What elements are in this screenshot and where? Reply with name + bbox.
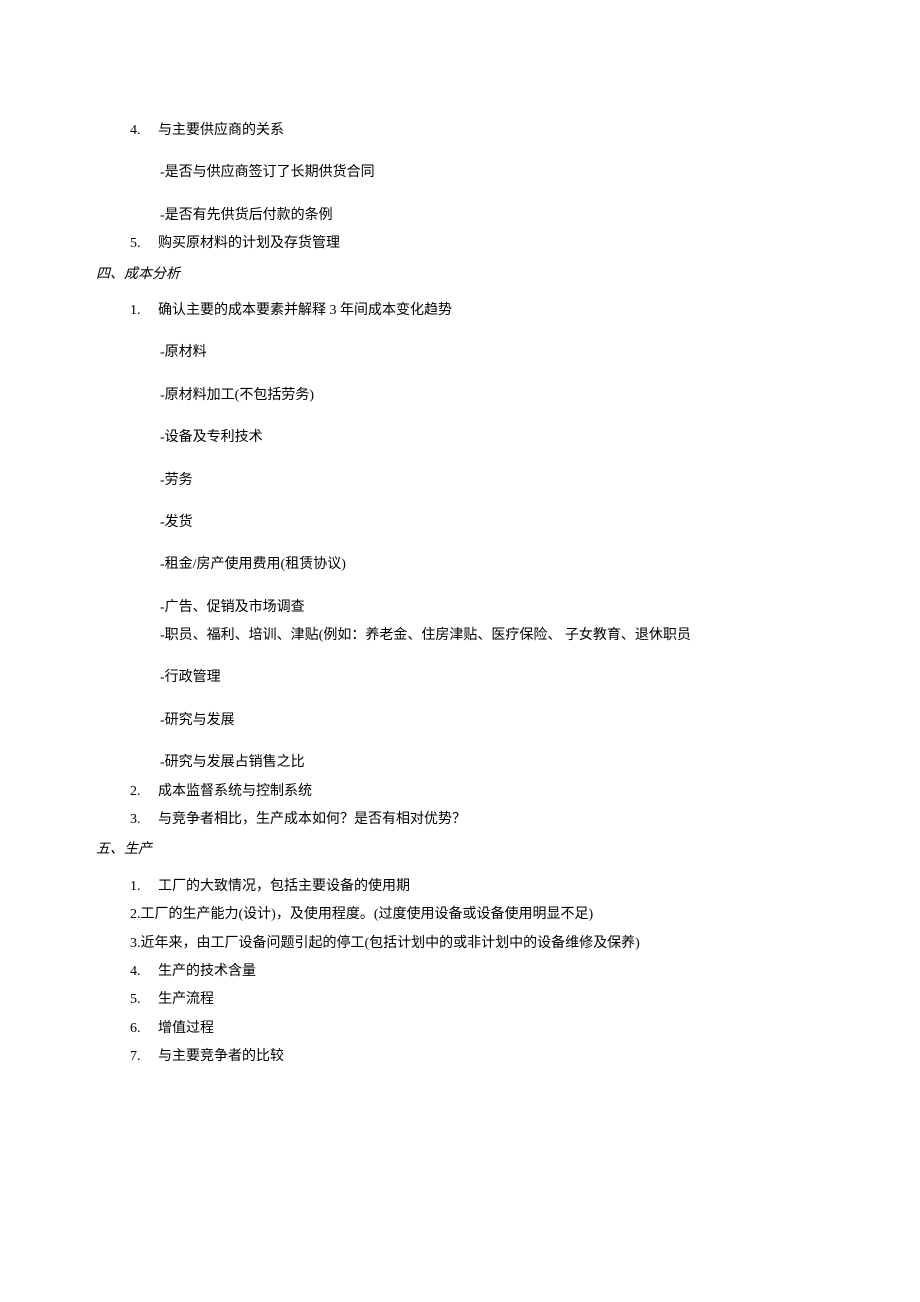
sec4-item2: 2.成本监督系统与控制系统 <box>70 781 850 803</box>
sec4-item1-s4: -劳务 <box>70 470 850 492</box>
sec3-item4-sub2: -是否有先供货后付款的条例 <box>70 205 850 227</box>
sec4-title: 四、成本分析 <box>70 264 850 286</box>
sec4-item1-s1: -原材料 <box>70 342 850 364</box>
text: 增值过程 <box>158 1021 214 1036</box>
num: 6. <box>130 1018 158 1040</box>
text: 成本监督系统与控制系统 <box>158 784 312 799</box>
sec4-item1: 1.确认主要的成本要素并解释 3 年间成本变化趋势 <box>70 300 850 322</box>
num: 3. <box>130 809 158 831</box>
text: 与主要竞争者的比较 <box>158 1049 284 1064</box>
sec3-item5: 5.购买原材料的计划及存货管理 <box>70 233 850 255</box>
sec4-item3: 3.与竞争者相比，生产成本如何？是否有相对优势？ <box>70 809 850 831</box>
text: 生产流程 <box>158 992 214 1007</box>
text: 工厂的大致情况，包括主要设备的使用期 <box>158 879 410 894</box>
sec5-item5: 5.生产流程 <box>70 989 850 1011</box>
sec4-item1-s5: -发货 <box>70 512 850 534</box>
num: 4. <box>130 961 158 983</box>
num: 5. <box>130 989 158 1011</box>
sec5-item3: 3.近年来，由工厂设备问题引起的停工(包括计划中的或非计划中的设备维修及保养) <box>70 933 850 955</box>
sec3-item4-sub1: -是否与供应商签订了长期供货合同 <box>70 162 850 184</box>
sec5-title: 五、生产 <box>70 839 850 861</box>
sec5-item1: 1.工厂的大致情况，包括主要设备的使用期 <box>70 876 850 898</box>
num: 4. <box>130 120 158 142</box>
sec4-item1-s7: -广告、促销及市场调查 <box>70 597 850 619</box>
text: 确认主要的成本要素并解释 3 年间成本变化趋势 <box>158 303 452 318</box>
num: 1. <box>130 300 158 322</box>
sec4-item1-s8: -职员、福利、培训、津贴(例如：养老金、住房津贴、医疗保险、 子女教育、退休职员 <box>70 625 850 647</box>
sec4-item1-s2: -原材料加工(不包括劳务) <box>70 385 850 407</box>
num: 1. <box>130 876 158 898</box>
text: 与主要供应商的关系 <box>158 123 284 138</box>
sec4-item1-s11: -研究与发展占销售之比 <box>70 752 850 774</box>
sec5-item6: 6.增值过程 <box>70 1018 850 1040</box>
sec4-item1-s3: -设备及专利技术 <box>70 427 850 449</box>
num: 2. <box>130 781 158 803</box>
sec4-item1-s10: -研究与发展 <box>70 710 850 732</box>
text: 与竞争者相比，生产成本如何？是否有相对优势？ <box>158 812 466 827</box>
sec5-item2: 2.工厂的生产能力(设计)，及使用程度。(过度使用设备或设备使用明显不足) <box>70 904 850 926</box>
sec4-item1-s6: -租金/房产使用费用(租赁协议) <box>70 554 850 576</box>
num: 7. <box>130 1046 158 1068</box>
num: 5. <box>130 233 158 255</box>
sec4-item1-s9: -行政管理 <box>70 667 850 689</box>
sec5-item7: 7.与主要竞争者的比较 <box>70 1046 850 1068</box>
text: 购买原材料的计划及存货管理 <box>158 236 340 251</box>
text: 生产的技术含量 <box>158 964 256 979</box>
sec3-item4: 4.与主要供应商的关系 <box>70 120 850 142</box>
sec5-item4: 4.生产的技术含量 <box>70 961 850 983</box>
